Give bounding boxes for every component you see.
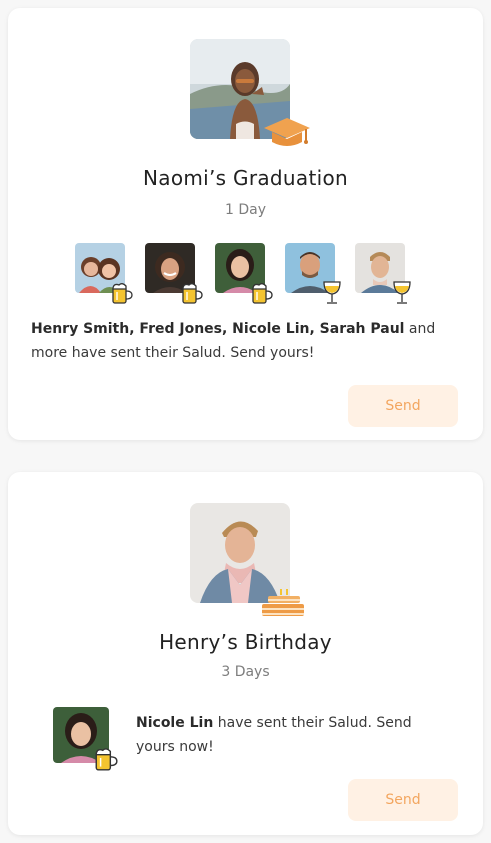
beer-mug-icon (181, 281, 203, 309)
event-card-graduation: Naomi’s Graduation 1 Day Henry Smith, Fr… (8, 8, 483, 440)
sender-names: Nicole Lin (136, 715, 214, 731)
salud-message: Nicole Lin have sent their Salud. Send y… (136, 711, 436, 759)
send-button[interactable]: Send (348, 779, 458, 821)
wine-glass-icon (321, 279, 343, 309)
event-time-remaining: 1 Day (224, 202, 266, 218)
birthday-cake-icon (260, 587, 306, 623)
sender-avatars (75, 243, 415, 304)
beer-mug-icon (251, 281, 273, 309)
sender-names: Henry Smith, Fred Jones, Nicole Lin, Sar… (31, 321, 405, 337)
event-title: Henry’s Birthday (159, 630, 332, 654)
event-card-birthday: Henry’s Birthday 3 Days Nicole Lin have … (8, 472, 483, 835)
graduation-cap-icon (262, 114, 312, 156)
event-time-remaining: 3 Days (221, 664, 270, 680)
beer-mug-icon (94, 746, 118, 776)
wine-glass-icon (391, 279, 413, 309)
event-title: Naomi’s Graduation (143, 166, 348, 190)
beer-mug-icon (111, 281, 133, 309)
send-button[interactable]: Send (348, 385, 458, 427)
salud-message: Henry Smith, Fred Jones, Nicole Lin, Sar… (31, 317, 451, 365)
